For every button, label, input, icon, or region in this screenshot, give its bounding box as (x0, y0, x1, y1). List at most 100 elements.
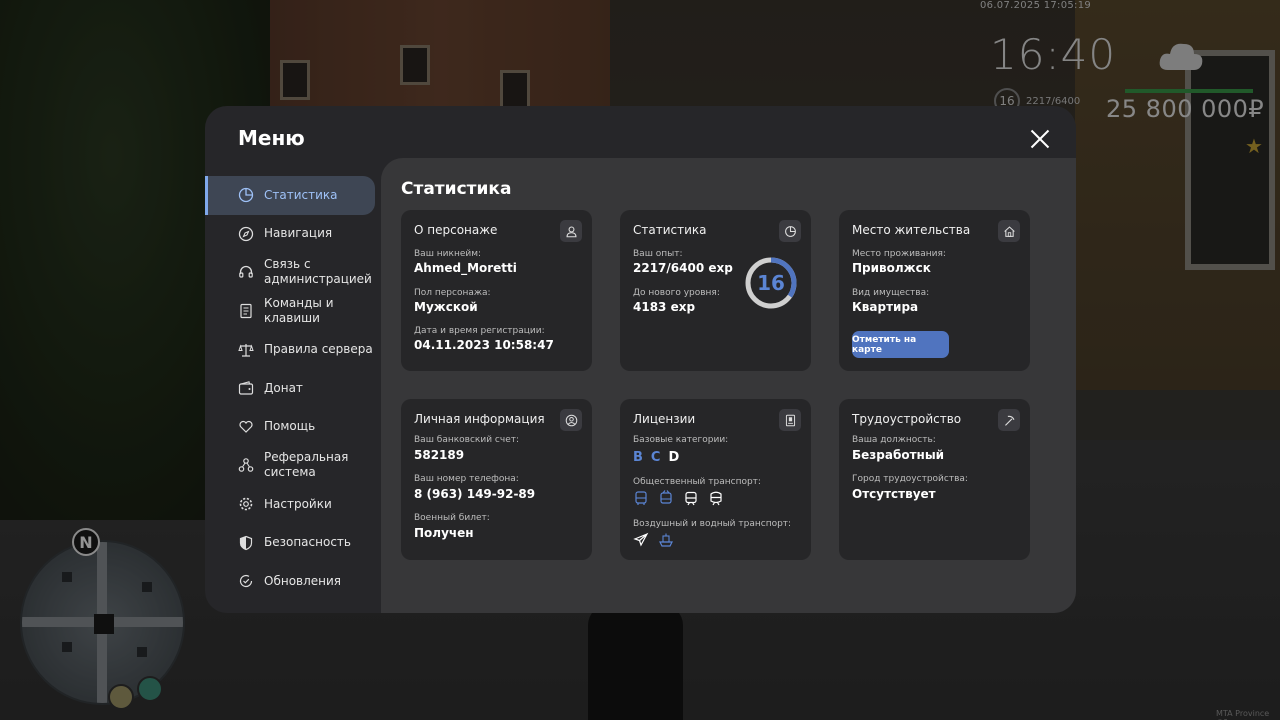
military-id-label: Военный билет: (414, 513, 490, 523)
sidebar-item-label: Настройки (264, 496, 332, 511)
sidebar-item-server-rules[interactable]: Правила сервера (205, 330, 381, 369)
menu-window: Меню Статистика Навигация Связь с админи… (205, 106, 1076, 613)
content-title: Статистика (401, 179, 512, 199)
phone-value: 8 (963) 149-92-89 (414, 487, 536, 501)
sidebar-item-label: Реферальная система (264, 450, 349, 480)
public-transport-label: Общественный транспорт: (633, 477, 761, 487)
pie-chart-icon (238, 188, 254, 203)
heart-hands-icon (239, 420, 253, 433)
card-employment: Трудоустройство Ваша должность: Безработ… (839, 399, 1030, 560)
card-title: Лицензии (633, 412, 696, 426)
sidebar-item-label: Правила сервера (264, 342, 373, 357)
registration-value: 04.11.2023 10:58:47 (414, 338, 554, 352)
mark-on-map-button[interactable]: Отметить на карте (852, 331, 949, 358)
shield-icon (239, 535, 253, 550)
card-icon-box (779, 409, 801, 431)
refresh-check-icon (239, 575, 253, 588)
card-icon-box (998, 409, 1020, 431)
job-position-value: Безработный (852, 448, 945, 462)
card-residence: Место жительства Место проживания: Приво… (839, 210, 1030, 371)
sidebar-item-help[interactable]: Помощь (205, 408, 381, 447)
card-title: Место жительства (852, 223, 971, 237)
sidebar-item-donate[interactable]: Донат (205, 369, 381, 408)
job-city-label: Город трудоустройства: (852, 474, 968, 484)
wallet-icon (238, 381, 254, 395)
menu-title: Меню (238, 126, 305, 150)
card-character: О персонаже Ваш никнейм: Ahmed_Moretti П… (401, 210, 592, 371)
registration-label: Дата и время регистрации: (414, 326, 545, 336)
public-transport-icons (633, 490, 724, 506)
user-icon (566, 226, 576, 237)
sidebar-item-label: Навигация (264, 226, 333, 241)
sidebar-item-commands[interactable]: Команды и клавиши (205, 292, 381, 331)
license-category-b: B (633, 450, 643, 465)
card-personal-info: Личная информация Ваш банковский счет: 5… (401, 399, 592, 560)
boat-icon (659, 533, 673, 547)
card-icon-box (560, 220, 582, 242)
sidebar-item-label: Донат (264, 380, 303, 395)
compass-icon (238, 226, 254, 242)
metro-icon (710, 491, 722, 506)
sidebar-item-updates[interactable]: Обновления (205, 562, 381, 601)
next-level-label: До нового уровня: (633, 288, 720, 298)
pickaxe-icon (1004, 415, 1014, 426)
exp-label: Ваш опыт: (633, 249, 683, 259)
bank-account-value: 582189 (414, 448, 465, 462)
id-card-icon (785, 414, 795, 426)
sidebar-item-navigation[interactable]: Навигация (205, 215, 381, 254)
air-water-transport-icons (633, 532, 674, 548)
next-level-value: 4183 exp (633, 300, 696, 314)
license-categories: B C D (633, 450, 679, 465)
headset-icon (239, 266, 253, 279)
tram-icon (685, 491, 697, 506)
content-panel: Статистика О персонаже Ваш никнейм: Ahme… (381, 158, 1076, 613)
job-position-label: Ваша должность: (852, 435, 936, 445)
bus-icon (635, 491, 647, 505)
bank-account-label: Ваш банковский счет: (414, 435, 520, 445)
sidebar-item-security[interactable]: Безопасность (205, 523, 381, 562)
card-icon-box (560, 409, 582, 431)
sidebar-item-admin-contact[interactable]: Связь с администрацией (205, 253, 381, 292)
card-licenses: Лицензии Базовые категории: B C D Общест… (620, 399, 811, 560)
gender-value: Мужской (414, 300, 478, 314)
nickname-label: Ваш никнейм: (414, 249, 482, 259)
user-circle-icon (565, 414, 577, 426)
base-categories-label: Базовые категории: (633, 435, 729, 445)
card-icon-box (779, 220, 801, 242)
sidebar-item-referral[interactable]: Реферальная система (205, 446, 381, 485)
scales-icon (238, 343, 254, 357)
exp-value: 2217/6400 exp (633, 261, 733, 275)
job-city-value: Отсутствует (852, 487, 936, 501)
airplane-icon (633, 532, 649, 547)
card-stats: Статистика Ваш опыт: 2217/6400 exp До но… (620, 210, 811, 371)
home-icon (1003, 225, 1015, 237)
property-type-value: Квартира (852, 300, 919, 314)
sidebar: Статистика Навигация Связь с администрац… (205, 176, 381, 601)
sidebar-item-label: Статистика (264, 187, 338, 202)
license-category-d: D (668, 450, 680, 465)
sidebar-item-label: Безопасность (264, 535, 351, 550)
sidebar-item-label: Команды и клавиши (264, 296, 334, 326)
card-title: Личная информация (414, 412, 545, 426)
sidebar-item-statistics[interactable]: Статистика (205, 176, 375, 215)
trolleybus-icon (660, 490, 672, 504)
residence-place-label: Место проживания: (852, 249, 946, 259)
card-title: О персонаже (414, 223, 498, 237)
gear-icon (239, 497, 253, 511)
license-category-c: C (650, 450, 661, 465)
level-progress-ring: 16 (743, 255, 799, 311)
sidebar-item-label: Обновления (264, 573, 342, 588)
card-icon-box (998, 220, 1020, 242)
sidebar-item-settings[interactable]: Настройки (205, 485, 381, 524)
sidebar-item-label: Связь с администрацией (264, 257, 372, 287)
close-button[interactable] (1027, 126, 1053, 152)
phone-label: Ваш номер телефона: (414, 474, 519, 484)
nickname-value: Ahmed_Moretti (414, 261, 517, 275)
card-title: Статистика (633, 223, 707, 237)
pie-chart-icon (784, 225, 796, 237)
level-number: 16 (757, 271, 785, 295)
network-icon (238, 458, 254, 473)
military-id-value: Получен (414, 526, 474, 540)
document-icon (240, 303, 252, 319)
property-type-label: Вид имущества: (852, 288, 930, 298)
